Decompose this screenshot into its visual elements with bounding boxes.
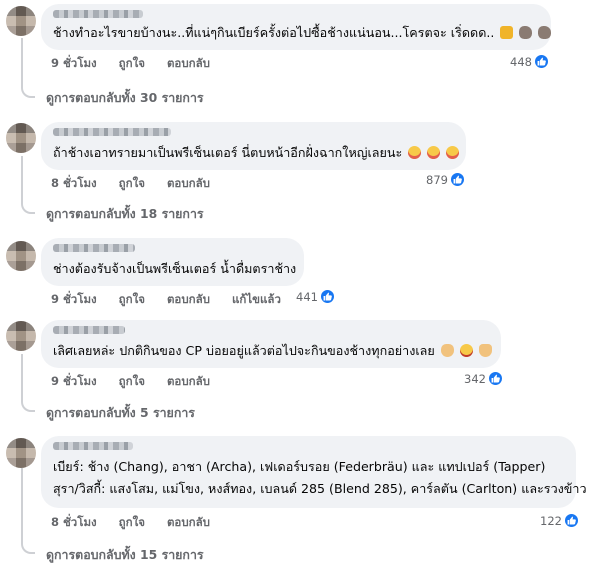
reply-button[interactable]: ตอบกลับ	[167, 55, 210, 73]
comment-timestamp[interactable]: 9 ชั่วโมง	[51, 373, 97, 391]
author-name[interactable]	[53, 326, 125, 334]
comment-text: ช่างต้องรับจ้างเป็นพรีเซ็นเตอร์ น้ำดื่มต…	[53, 258, 296, 280]
beer-emoji-icon	[500, 26, 514, 39]
laughing-emoji-icon	[446, 146, 460, 159]
view-replies-link[interactable]: ดูการตอบกลับทั้ง 18 รายการ	[46, 205, 204, 224]
reaction-count[interactable]: 448	[510, 54, 549, 69]
reaction-count[interactable]: 441	[296, 289, 335, 304]
laughing-emoji-icon	[427, 146, 441, 159]
thread-connector	[21, 86, 35, 98]
comment-actions: 8 ชั่วโมง ถูกใจ ตอบกลับ	[51, 175, 228, 193]
reaction-count[interactable]: 879	[426, 172, 465, 187]
comment-timestamp[interactable]: 8 ชั่วโมง	[51, 175, 97, 193]
avatar[interactable]	[6, 438, 36, 468]
laughing-emoji-icon	[408, 146, 422, 159]
elephant-emoji-icon	[519, 26, 533, 39]
comment-text: เบียร์: ช้าง (Chang), อาชา (Archa), เฟเด…	[53, 456, 587, 500]
thread-connector	[21, 202, 35, 214]
reaction-count-value: 879	[426, 172, 448, 187]
avatar[interactable]	[6, 241, 36, 271]
reaction-count-value: 448	[510, 54, 532, 69]
comment-actions: 9 ชั่วโมง ถูกใจ ตอบกลับ	[51, 373, 228, 391]
comment-bubble: เลิศเลยหล่ะ ปกติกินของ CP บ่อยอยู่แล้วต่…	[41, 320, 501, 368]
comment-bubble: ช่างต้องรับจ้างเป็นพรีเซ็นเตอร์ น้ำดื่มต…	[41, 238, 304, 286]
author-name[interactable]	[53, 128, 171, 136]
thread-line	[21, 468, 23, 544]
comment-bubble: ช้างทำอะไรขายบ้างนะ..ที่แน่ๆกินเบียร์ครั…	[41, 4, 552, 50]
comment-text-line: เบียร์: ช้าง (Chang), อาชา (Archa), เฟเด…	[53, 459, 546, 474]
author-name[interactable]	[53, 244, 135, 252]
edited-label: แก้ไขแล้ว	[231, 292, 281, 306]
comment-timestamp[interactable]: 9 ชั่วโมง	[51, 55, 97, 73]
comment-text-line: ช้างทำอะไรขายบ้างนะ..ที่แน่ๆกินเบียร์ครั…	[53, 25, 495, 40]
comment-text: ช้างทำอะไรขายบ้างนะ..ที่แน่ๆกินเบียร์ครั…	[53, 22, 552, 44]
comment-actions: 8 ชั่วโมง ถูกใจ ตอบกลับ	[51, 514, 228, 532]
thread-connector	[21, 400, 35, 412]
comment-text: ถ้าช้างเอาทรายมาเป็นพรีเซ็นเตอร์ นี่ตบหน…	[53, 142, 460, 164]
like-button[interactable]: ถูกใจ	[119, 175, 145, 193]
reaction-count[interactable]: 122	[540, 513, 579, 528]
thread-line	[21, 156, 23, 204]
comment-text-line: เลิศเลยหล่ะ ปกติกินของ CP บ่อยอยู่แล้วต่…	[53, 343, 435, 358]
reaction-count-value: 342	[464, 371, 486, 386]
comment-timestamp[interactable]: 9 ชั่วโมง	[51, 291, 97, 309]
like-thumb-icon	[533, 54, 549, 69]
astonished-emoji-icon	[459, 344, 473, 357]
author-name[interactable]	[53, 442, 133, 450]
reply-button[interactable]: ตอบกลับ	[167, 175, 210, 193]
reaction-count-value: 441	[296, 289, 318, 304]
comment-bubble: ถ้าช้างเอาทรายมาเป็นพรีเซ็นเตอร์ นี่ตบหน…	[41, 122, 466, 170]
reaction-count-value: 122	[540, 513, 562, 528]
reply-button[interactable]: ตอบกลับ	[167, 373, 210, 391]
like-button[interactable]: ถูกใจ	[119, 373, 145, 391]
view-replies-link[interactable]: ดูการตอบกลับทั้ง 15 รายการ	[46, 546, 204, 565]
author-name[interactable]	[53, 10, 143, 18]
view-replies-link[interactable]: ดูการตอบกลับทั้ง 5 รายการ	[46, 404, 195, 423]
avatar[interactable]	[6, 321, 36, 351]
comment-timestamp[interactable]: 8 ชั่วโมง	[51, 514, 97, 532]
elephant-emoji-icon	[538, 26, 552, 39]
like-thumb-icon	[449, 172, 465, 187]
like-button[interactable]: ถูกใจ	[119, 55, 145, 73]
comment-text-line: สุรา/วิสกี้: แสงโสม, แม่โขง, หงส์ทอง, เบ…	[53, 481, 587, 496]
like-button[interactable]: ถูกใจ	[119, 514, 145, 532]
like-thumb-icon	[487, 371, 503, 386]
like-button[interactable]: ถูกใจ	[119, 291, 145, 309]
reply-button[interactable]: ตอบกลับ	[167, 514, 210, 532]
avatar[interactable]	[6, 6, 36, 36]
comment-actions: 9 ชั่วโมง ถูกใจ ตอบกลับ แก้ไขแล้ว	[51, 291, 299, 309]
thread-connector	[21, 542, 35, 554]
reaction-count[interactable]: 342	[464, 371, 503, 386]
avatar[interactable]	[6, 123, 36, 153]
view-replies-link[interactable]: ดูการตอบกลับทั้ง 30 รายการ	[46, 89, 204, 108]
comment-bubble: เบียร์: ช้าง (Chang), อาชา (Archa), เฟเด…	[41, 436, 587, 508]
peace-hand-emoji-icon	[478, 344, 492, 357]
thread-line	[21, 38, 23, 88]
like-thumb-icon	[319, 289, 335, 304]
like-thumb-icon	[563, 513, 579, 528]
comment-text-line: ช่างต้องรับจ้างเป็นพรีเซ็นเตอร์ น้ำดื่มต…	[53, 261, 297, 276]
thread-line	[21, 354, 23, 402]
comment-actions: 9 ชั่วโมง ถูกใจ ตอบกลับ	[51, 55, 228, 73]
reply-button[interactable]: ตอบกลับ	[167, 291, 210, 309]
ok-hand-emoji-icon	[440, 344, 454, 357]
comment-text-line: ถ้าช้างเอาทรายมาเป็นพรีเซ็นเตอร์ นี่ตบหน…	[53, 145, 403, 160]
comment-text: เลิศเลยหล่ะ ปกติกินของ CP บ่อยอยู่แล้วต่…	[53, 340, 492, 362]
